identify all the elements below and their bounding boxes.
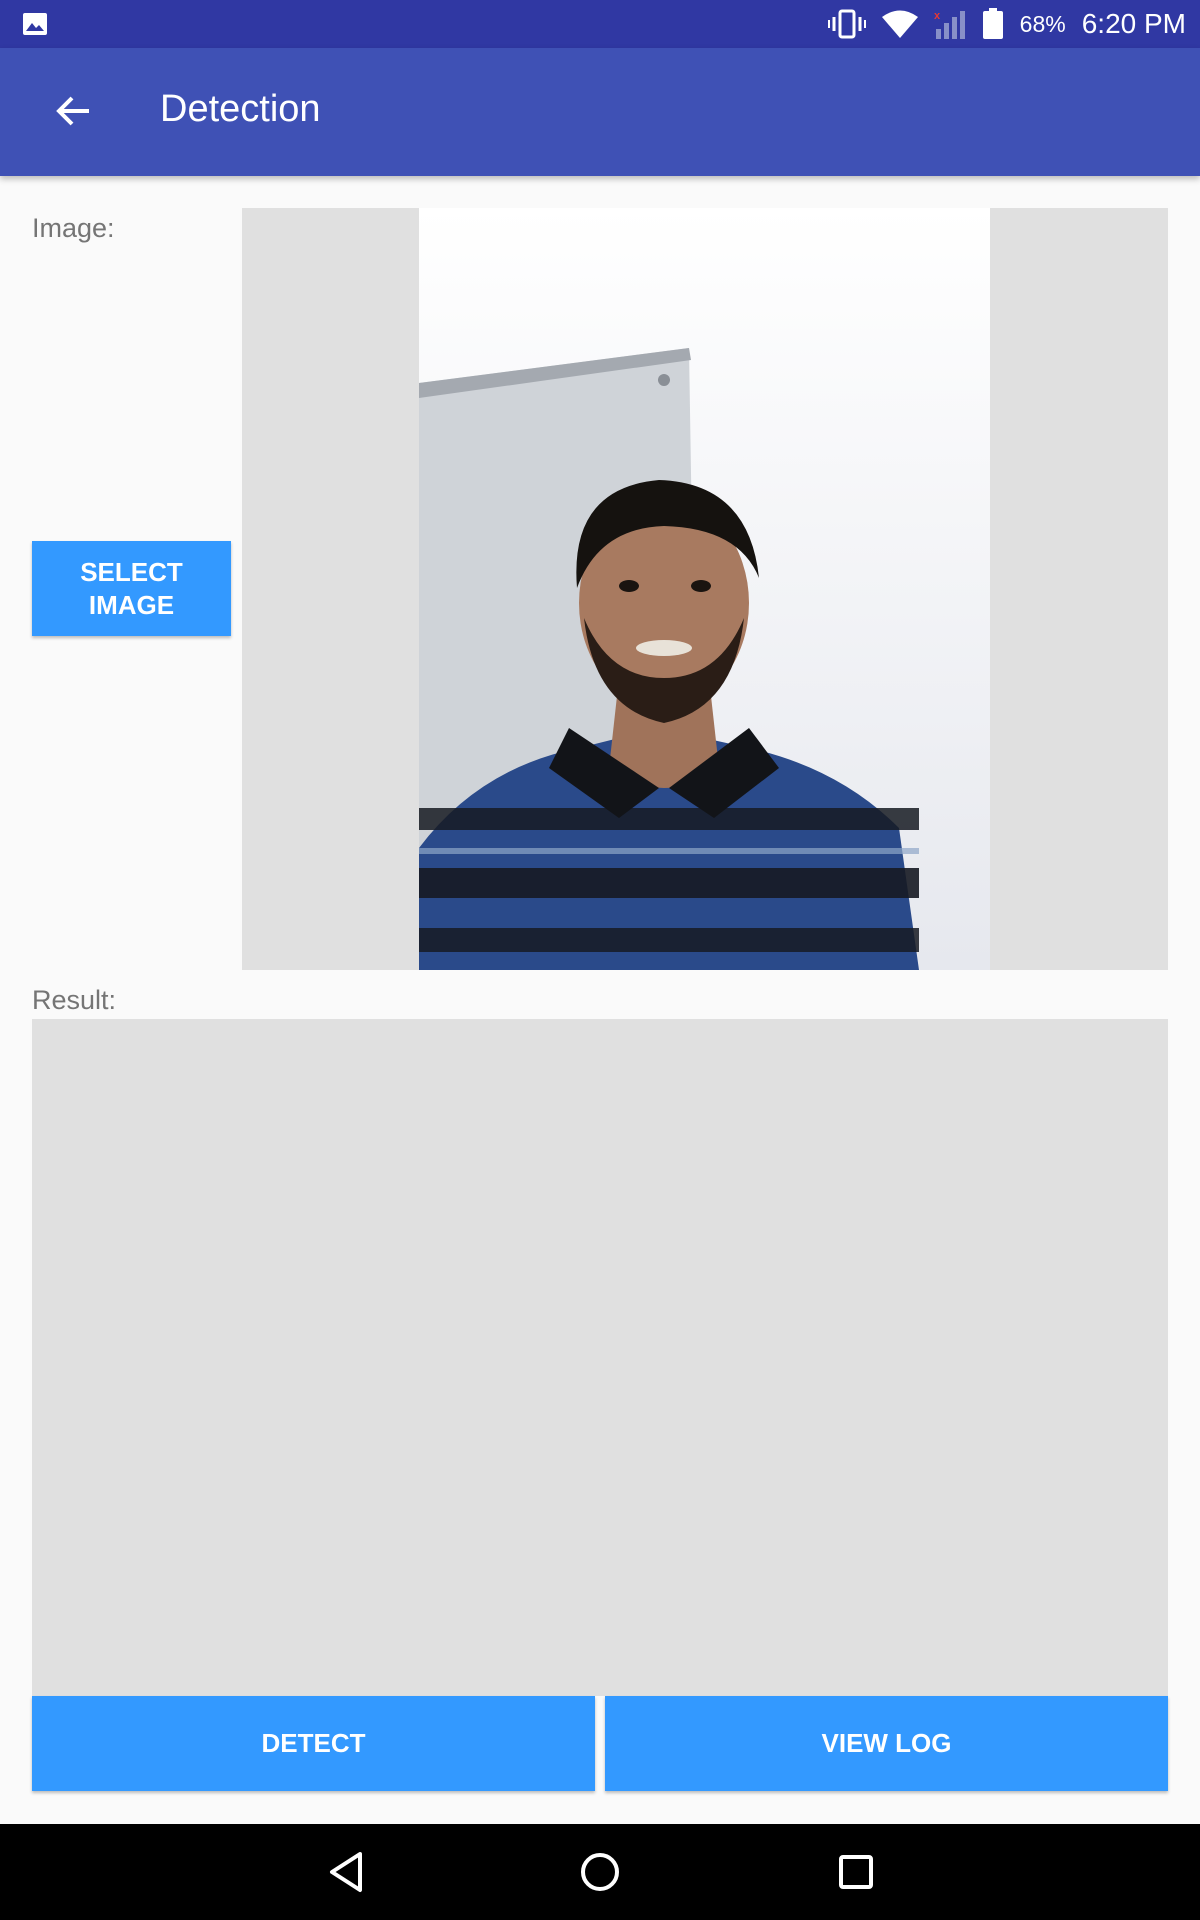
- result-area: [32, 1019, 1168, 1696]
- image-label: Image:: [32, 213, 115, 243]
- selected-photo: [419, 208, 990, 970]
- detect-button[interactable]: DETECT: [32, 1696, 595, 1791]
- battery-icon: [982, 8, 1003, 39]
- select-image-label-line1: SELECT: [80, 556, 183, 587]
- battery-percent: 68%: [1019, 10, 1066, 37]
- page-title: Detection: [160, 88, 321, 130]
- back-triangle-icon[interactable]: [322, 1846, 374, 1898]
- svg-text:x: x: [934, 10, 941, 22]
- result-label: Result:: [32, 985, 117, 1015]
- status-icons: x 68% 6:20 PM: [827, 0, 1186, 48]
- image-notification-icon: [23, 13, 47, 35]
- image-preview: [242, 208, 1168, 970]
- back-button[interactable]: [42, 80, 104, 142]
- system-nav-bar: [0, 1824, 1200, 1920]
- clock-time: 6:20 PM: [1081, 8, 1186, 39]
- arrow-back-icon: [56, 96, 89, 126]
- status-bar: x 68% 6:20 PM: [0, 0, 1200, 48]
- select-image-button[interactable]: SELECT IMAGE: [32, 541, 231, 636]
- home-circle-icon[interactable]: [574, 1846, 626, 1898]
- cell-signal-icon: x: [934, 10, 965, 39]
- view-log-button[interactable]: VIEW LOG: [605, 1696, 1168, 1791]
- select-image-label-line2: IMAGE: [88, 589, 175, 620]
- wifi-icon: [881, 10, 918, 38]
- vibrate-icon: [827, 9, 866, 39]
- recents-square-icon[interactable]: [830, 1846, 882, 1898]
- app-bar: Detection: [0, 48, 1200, 176]
- person-photo-illustration: [419, 208, 990, 970]
